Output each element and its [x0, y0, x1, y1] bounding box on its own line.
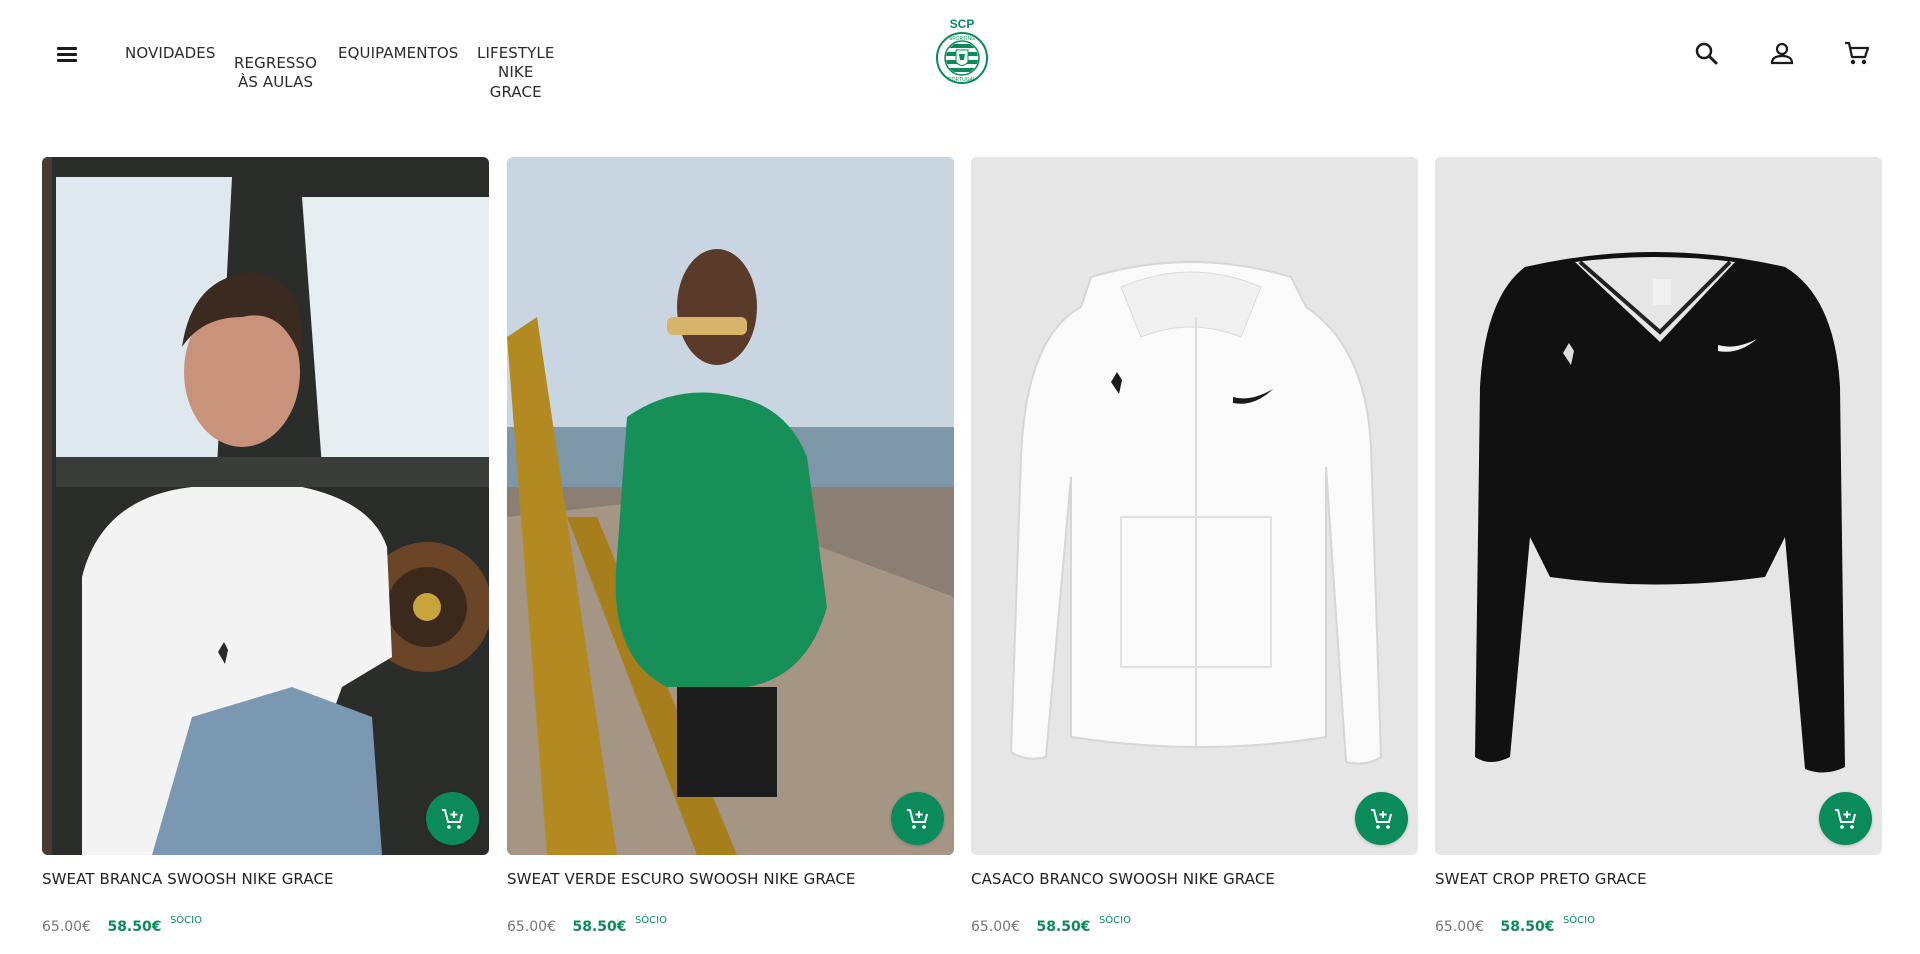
member-price: 58.50€	[1500, 919, 1555, 935]
member-price: 58.50€	[1036, 919, 1091, 935]
regular-price: 65.00€	[507, 919, 556, 935]
member-price: 58.50€	[572, 919, 627, 935]
member-price: 58.50€	[107, 919, 162, 935]
product-name[interactable]: SWEAT VERDE ESCURO SWOOSH NIKE GRACE	[507, 870, 856, 888]
nav-novidades-label: NOVIDADES	[125, 44, 216, 62]
nav-equipamentos[interactable]: EQUIPAMENTOS	[338, 44, 458, 64]
product-photo-green-sweat	[507, 157, 954, 855]
product-photo-white-sweat	[42, 157, 489, 855]
member-label: SÓCIO	[1098, 915, 1131, 926]
logo-sporting-text: SPORTING	[949, 36, 975, 42]
add-to-cart-icon	[906, 808, 928, 829]
product-card[interactable]: SWEAT VERDE ESCURO SWOOSH NIKE GRACE 65.…	[507, 157, 954, 935]
product-image[interactable]	[1435, 157, 1882, 855]
member-label: SÓCIO	[1562, 915, 1595, 926]
product-prices: 65.00€ 58.50€ SÓCIO	[971, 915, 1131, 935]
regular-price: 65.00€	[1435, 919, 1484, 935]
regular-price: 65.00€	[971, 919, 1020, 935]
product-prices: 65.00€ 58.50€ SÓCIO	[1435, 915, 1595, 935]
product-prices: 65.00€ 58.50€ SÓCIO	[507, 915, 667, 935]
add-to-cart-icon	[441, 808, 463, 829]
add-to-cart-icon	[1370, 808, 1392, 829]
product-name[interactable]: CASACO BRANCO SWOOSH NIKE GRACE	[971, 870, 1275, 888]
product-name[interactable]: SWEAT BRANCA SWOOSH NIKE GRACE	[42, 870, 334, 888]
menu-icon[interactable]	[56, 44, 80, 64]
logo-portugal-text: PORTUGAL	[948, 77, 976, 83]
product-image[interactable]	[42, 157, 489, 855]
product-card[interactable]: SWEAT CROP PRETO GRACE 65.00€ 58.50€ SÓC…	[1435, 157, 1882, 935]
member-label: SÓCIO	[634, 915, 667, 926]
product-photo-white-hoodie	[971, 157, 1418, 855]
product-image[interactable]	[971, 157, 1418, 855]
nav-equipamentos-label: EQUIPAMENTOS	[338, 44, 459, 62]
add-to-cart-button[interactable]	[426, 792, 479, 845]
search-icon[interactable]	[1693, 40, 1721, 68]
nav-regresso-aulas-label: REGRESSO ÀS AULAS	[234, 53, 318, 92]
nav-lifestyle-nike-grace[interactable]: LIFESTYLE NIKE GRACE	[477, 24, 554, 102]
product-prices: 65.00€ 58.50€ SÓCIO	[42, 915, 202, 935]
product-photo-black-crop-sweat	[1435, 157, 1882, 855]
add-to-cart-button[interactable]	[1819, 792, 1872, 845]
product-card[interactable]: SWEAT BRANCA SWOOSH NIKE GRACE 65.00€ 58…	[42, 157, 489, 935]
nav-novidades[interactable]: NOVIDADES	[125, 44, 215, 64]
nav-lifestyle-nike-grace-label: LIFESTYLE NIKE GRACE	[477, 43, 555, 101]
account-icon[interactable]	[1768, 40, 1796, 68]
product-name[interactable]: SWEAT CROP PRETO GRACE	[1435, 870, 1647, 888]
add-to-cart-icon	[1834, 808, 1856, 829]
member-label: SÓCIO	[169, 915, 202, 926]
cart-icon[interactable]	[1843, 40, 1871, 68]
product-image[interactable]	[507, 157, 954, 855]
site-header: NOVIDADES REGRESSO ÀS AULAS EQUIPAMENTOS…	[0, 0, 1920, 108]
nav-regresso-aulas[interactable]: REGRESSO ÀS AULAS	[234, 34, 317, 93]
product-card[interactable]: CASACO BRANCO SWOOSH NIKE GRACE 65.00€ 5…	[971, 157, 1418, 935]
logo-scp-text: SCP	[950, 17, 975, 31]
sporting-logo[interactable]: SCP SPORTING PORTUGAL	[934, 16, 990, 88]
add-to-cart-button[interactable]	[891, 792, 944, 845]
add-to-cart-button[interactable]	[1355, 792, 1408, 845]
regular-price: 65.00€	[42, 919, 91, 935]
